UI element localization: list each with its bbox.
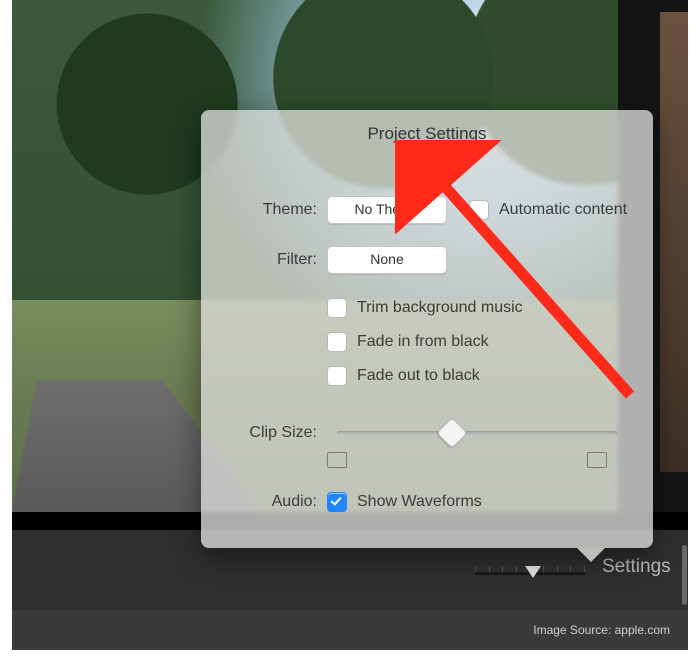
filter-select[interactable]: None	[327, 246, 447, 274]
vertical-scrollbar[interactable]	[682, 545, 687, 605]
fade-in-label: Fade in from black	[357, 333, 489, 351]
fade-out-label: Fade out to black	[357, 367, 480, 385]
clip-size-slider[interactable]	[337, 420, 617, 446]
clip-size-small-icon	[327, 452, 347, 468]
clip-size-icons	[327, 452, 607, 468]
clip-size-large-icon	[587, 452, 607, 468]
viewer-right-thumbnail	[660, 12, 688, 472]
trim-bg-music-checkbox[interactable]	[327, 298, 347, 318]
clip-size-label: Clip Size:	[201, 424, 327, 442]
project-settings-popover: Project Settings 1080p Theme: No Theme A…	[201, 110, 653, 548]
settings-button[interactable]: Settings	[602, 556, 671, 578]
clip-size-thumb[interactable]	[436, 417, 467, 448]
filter-label: Filter:	[201, 251, 327, 269]
image-credit-text: Image Source: apple.com	[533, 623, 670, 637]
screenshot-root: Settings Image Source: apple.com Project…	[0, 0, 700, 659]
trim-bg-music-label: Trim background music	[357, 299, 523, 317]
clip-size-track	[337, 431, 617, 435]
show-waveforms-label: Show Waveforms	[357, 493, 482, 511]
image-credit-bar: Image Source: apple.com	[12, 610, 688, 650]
zoom-slider-thumb[interactable]	[525, 566, 541, 578]
audio-label: Audio:	[201, 493, 327, 511]
theme-select[interactable]: No Theme	[327, 196, 447, 224]
automatic-content-label: Automatic content	[499, 201, 627, 219]
automatic-content-checkbox[interactable]	[469, 200, 489, 220]
resolution-badge[interactable]: 1080p	[395, 150, 459, 170]
theme-label: Theme:	[201, 201, 327, 219]
fade-in-checkbox[interactable]	[327, 332, 347, 352]
zoom-slider[interactable]	[475, 564, 585, 584]
fade-out-checkbox[interactable]	[327, 366, 347, 386]
popover-title: Project Settings	[201, 124, 653, 144]
show-waveforms-checkbox[interactable]	[327, 492, 347, 512]
